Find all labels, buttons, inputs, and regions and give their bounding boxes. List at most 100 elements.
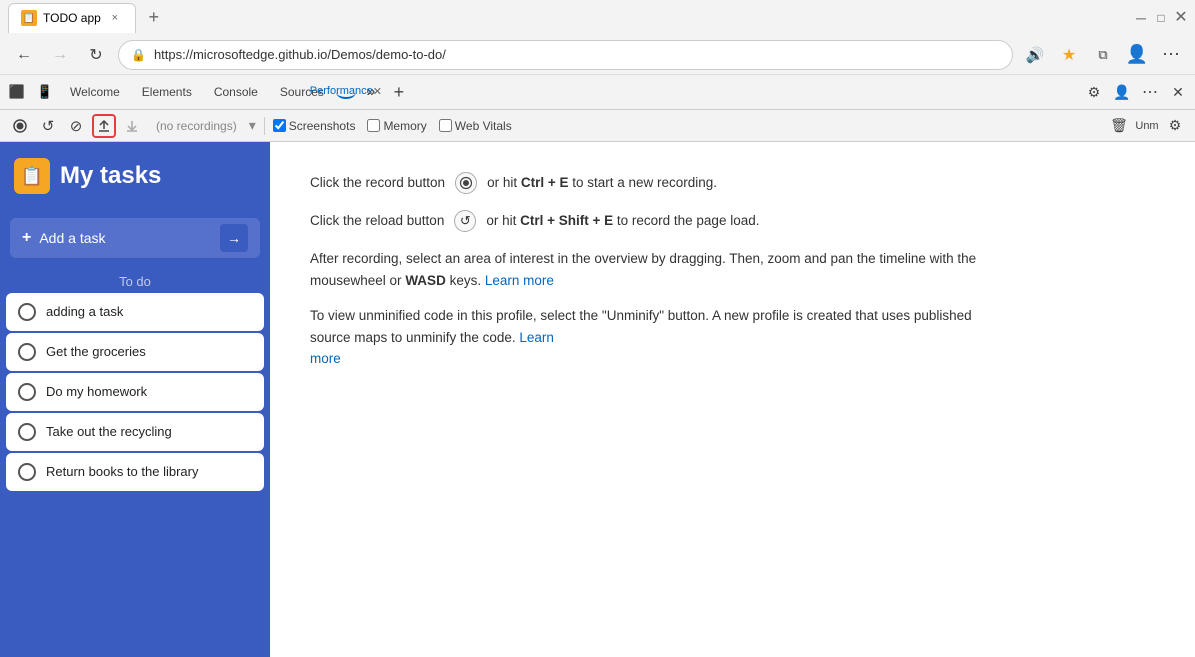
learn-more-link-2[interactable]: Learn — [519, 330, 554, 345]
favorites-button[interactable]: ★ — [1055, 41, 1083, 69]
devtools-toolbar: ↺ ⊘ (no recordings) ▾ Screenshots Memory… — [0, 110, 1195, 142]
memory-label: Memory — [383, 119, 426, 133]
task-checkbox-2[interactable] — [18, 343, 36, 361]
no-recordings-text: (no recordings) — [148, 119, 245, 133]
task-item[interactable]: Do my homework — [6, 373, 264, 411]
performance-intro: Click the record button or hit Ctrl + E … — [310, 172, 1010, 370]
devtools-right-icons: ⚙ 👤 ⋯ ✕ — [1081, 79, 1191, 105]
learn-more-link-3[interactable]: more — [310, 351, 341, 366]
tab-title: TODO app — [43, 11, 101, 25]
back-button[interactable]: ← — [10, 41, 38, 69]
address-actions: 🔊 ★ ⧉ 👤 ⋯ — [1021, 41, 1185, 69]
record-instruction-shortcut: or hit Ctrl + E to start a new recording… — [487, 172, 717, 194]
address-bar: ← → ↻ 🔒 https://microsoftedge.github.io/… — [0, 35, 1195, 75]
reload-instruction-pre: Click the reload button — [310, 210, 444, 232]
recordings-dropdown[interactable]: ▾ — [249, 117, 256, 134]
tab-strip: 📋 TODO app × + — [8, 3, 1131, 33]
clear-recording-button[interactable]: ⊘ — [64, 114, 88, 138]
todo-title: My tasks — [60, 162, 161, 190]
close-button[interactable]: ✕ — [1175, 12, 1187, 24]
delete-recording-button[interactable]: 🗑 — [1107, 114, 1131, 138]
devtools-content: Click the record button or hit Ctrl + E … — [270, 142, 1195, 657]
load-profile-button[interactable] — [92, 114, 116, 138]
memory-checkbox-group: Memory — [367, 119, 426, 133]
record-icon-inline — [455, 172, 477, 194]
tab-console[interactable]: Console — [204, 78, 268, 106]
inspect-element-button[interactable]: ⬛ — [4, 79, 30, 105]
reload-instruction-shortcut: or hit Ctrl + Shift + E to record the pa… — [486, 210, 759, 232]
window-controls: ─ □ ✕ — [1135, 12, 1187, 24]
todo-header: 📋 My tasks — [0, 142, 270, 210]
tab-elements[interactable]: Elements — [132, 78, 202, 106]
devtools-settings-button[interactable]: ⚙ — [1081, 79, 1107, 105]
task-checkbox-4[interactable] — [18, 423, 36, 441]
task-text-1: adding a task — [46, 304, 123, 321]
refresh-button[interactable]: ↻ — [82, 41, 110, 69]
devtools-tabs-bar: ⬛ 📱 Welcome Elements Console Sources Per… — [0, 75, 1195, 110]
settings-menu-button[interactable]: ⋯ — [1157, 41, 1185, 69]
add-task-plus-icon: + — [22, 229, 31, 247]
learn-more-link-1[interactable]: Learn more — [485, 273, 554, 288]
device-emulation-button[interactable]: 📱 — [32, 79, 58, 105]
tab-welcome[interactable]: Welcome — [60, 78, 130, 106]
lock-icon: 🔒 — [131, 48, 146, 62]
task-item[interactable]: Get the groceries — [6, 333, 264, 371]
forward-button[interactable]: → — [46, 41, 74, 69]
devtools-more-button[interactable]: ⋯ — [1137, 79, 1163, 105]
url-text: https://microsoftedge.github.io/Demos/de… — [154, 47, 446, 62]
todo-sidebar: 📋 My tasks + Add a task → To do adding a… — [0, 142, 270, 657]
task-checkbox-1[interactable] — [18, 303, 36, 321]
performance-settings-button[interactable]: ⚙ — [1163, 114, 1187, 138]
active-tab[interactable]: 📋 TODO app × — [8, 3, 136, 33]
task-checkbox-5[interactable] — [18, 463, 36, 481]
unminify-instruction: To view unminified code in this profile,… — [310, 305, 1010, 370]
screenshots-checkbox[interactable] — [273, 119, 286, 132]
screenshots-label: Screenshots — [289, 119, 356, 133]
todo-logo: 📋 — [14, 158, 50, 194]
add-task-text: Add a task — [39, 230, 212, 246]
task-item[interactable]: Return books to the library — [6, 453, 264, 491]
read-aloud-button[interactable]: 🔊 — [1021, 41, 1049, 69]
record-instruction-pre: Click the record button — [310, 172, 445, 194]
profile-button[interactable]: 👤 — [1123, 41, 1151, 69]
tab-favicon: 📋 — [21, 10, 37, 26]
add-task-bar[interactable]: + Add a task → — [10, 218, 260, 258]
task-list: adding a task Get the groceries Do my ho… — [0, 293, 270, 501]
add-task-arrow-icon: → — [220, 224, 248, 252]
tab-close-button[interactable]: × — [107, 10, 123, 26]
record-instruction-line: Click the record button or hit Ctrl + E … — [310, 172, 1010, 194]
collections-button[interactable]: ⧉ — [1089, 41, 1117, 69]
add-tab-button[interactable]: + — [386, 79, 412, 105]
task-text-4: Take out the recycling — [46, 424, 172, 441]
screenshots-checkbox-group: Screenshots — [273, 119, 356, 133]
task-item[interactable]: adding a task — [6, 293, 264, 331]
web-vitals-checkbox-group: Web Vitals — [439, 119, 512, 133]
web-vitals-label: Web Vitals — [455, 119, 512, 133]
memory-checkbox[interactable] — [367, 119, 380, 132]
unminify-button[interactable]: Unm — [1135, 114, 1159, 138]
record-button[interactable] — [8, 114, 32, 138]
reload-record-button[interactable]: ↺ — [36, 114, 60, 138]
save-profile-button[interactable] — [120, 114, 144, 138]
address-input[interactable]: 🔒 https://microsoftedge.github.io/Demos/… — [118, 40, 1013, 70]
more-tabs-button[interactable]: » — [358, 79, 384, 105]
minimize-button[interactable]: ─ — [1135, 12, 1147, 24]
devtools-focus-button[interactable]: 👤 — [1109, 79, 1135, 105]
address-text: https://microsoftedge.github.io/Demos/de… — [154, 47, 1000, 62]
todo-section-label: To do — [0, 266, 270, 293]
task-checkbox-3[interactable] — [18, 383, 36, 401]
title-bar: 📋 TODO app × + ─ □ ✕ — [0, 0, 1195, 35]
main-layout: 📋 My tasks + Add a task → To do adding a… — [0, 142, 1195, 657]
web-vitals-checkbox[interactable] — [439, 119, 452, 132]
task-item[interactable]: Take out the recycling — [6, 413, 264, 451]
task-text-2: Get the groceries — [46, 344, 146, 361]
tab-performance[interactable]: Performance ✕ — [336, 85, 356, 99]
reload-icon-inline: ↺ — [454, 210, 476, 232]
overview-instruction: After recording, select an area of inter… — [310, 248, 1010, 291]
devtools-close-button[interactable]: ✕ — [1165, 79, 1191, 105]
toolbar-separator-1 — [264, 117, 265, 135]
new-tab-button[interactable]: + — [140, 4, 168, 32]
task-text-3: Do my homework — [46, 384, 147, 401]
maximize-button[interactable]: □ — [1155, 12, 1167, 24]
reload-instruction-line: Click the reload button ↺ or hit Ctrl + … — [310, 210, 1010, 232]
